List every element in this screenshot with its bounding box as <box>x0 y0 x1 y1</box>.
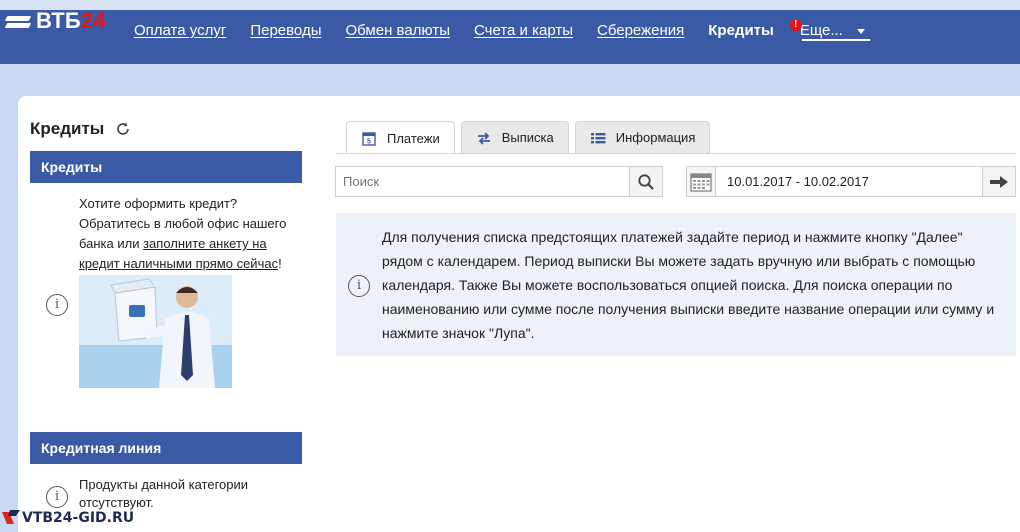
app-window: ВТБ24 Оплата услуг Переводы Обмен валюты… <box>0 0 1020 532</box>
calendar-5-icon: 5 <box>361 130 377 146</box>
info-message-box: i Для получения списка предстоящих плате… <box>336 213 1016 356</box>
nav-item-accounts-cards[interactable]: Счета и карты <box>474 22 573 39</box>
nav-item-transfers[interactable]: Переводы <box>250 22 321 39</box>
more-underline <box>802 39 870 41</box>
date-range-field[interactable]: 10.01.2017 - 10.02.2017 <box>716 174 982 189</box>
tab-information[interactable]: Информация <box>574 121 711 153</box>
main-panel: Кредиты Кредиты i Хотите оформить кредит… <box>18 96 1020 532</box>
section-heading-credits[interactable]: Кредиты <box>30 151 302 183</box>
tab-label: Платежи <box>387 130 440 146</box>
search-input[interactable] <box>336 167 629 196</box>
search-box <box>335 166 663 197</box>
nav-item-credits[interactable]: Кредиты <box>708 22 774 39</box>
search-button[interactable] <box>629 167 662 196</box>
vtb-logo-mark-icon <box>6 12 30 30</box>
watermark-mark-icon <box>2 510 20 526</box>
credits-promo-text: Хотите оформить кредит? Обратитесь в люб… <box>79 194 294 274</box>
sidebar-title: Кредиты <box>30 119 132 139</box>
tab-statement[interactable]: Выписка <box>460 121 569 153</box>
top-navigation-bar: ВТБ24 Оплата услуг Переводы Обмен валюты… <box>0 0 1020 64</box>
nav-item-payments[interactable]: Оплата услуг <box>134 22 226 39</box>
credit-promo-banner[interactable] <box>79 275 232 388</box>
nav-item-savings[interactable]: Сбережения <box>597 22 684 39</box>
watermark-text: VTB24-GID.RU <box>22 510 135 526</box>
more-label: Еще... <box>799 22 843 39</box>
exchange-arrows-icon <box>476 130 492 146</box>
info-message-text: Для получения списка предстоящих платеже… <box>382 229 995 341</box>
alert-badge: ! <box>789 19 802 31</box>
nav-item-currency-exchange[interactable]: Обмен валюты <box>345 22 450 39</box>
top-strip <box>0 0 1020 10</box>
refresh-icon[interactable] <box>114 120 132 138</box>
next-button[interactable] <box>982 167 1015 196</box>
sidebar-title-text: Кредиты <box>30 119 105 138</box>
info-icon: i <box>46 294 68 316</box>
chevron-down-icon <box>856 29 865 34</box>
logo-text: ВТБ24 <box>36 8 106 34</box>
logo-text-main: ВТБ <box>36 8 81 33</box>
vtb24-logo[interactable]: ВТБ24 <box>6 8 106 34</box>
credit-line-empty-text: Продукты данной категории отсутствуют. <box>79 477 249 510</box>
calendar-icon[interactable] <box>687 167 716 196</box>
magnifier-icon <box>638 173 654 190</box>
section-heading-credit-line[interactable]: Кредитная линия <box>30 432 302 464</box>
tabs: 5 Платежи Выписка Информация <box>346 121 711 154</box>
tab-label: Информация <box>615 130 696 145</box>
more-label-wrap: ! Еще... <box>789 19 843 39</box>
main-menu: Оплата услуг Переводы Обмен валюты Счета… <box>134 19 865 39</box>
logo-text-accent: 24 <box>80 8 106 33</box>
info-icon: i <box>348 275 370 297</box>
site-watermark: VTB24-GID.RU <box>2 510 134 526</box>
tab-payments[interactable]: 5 Платежи <box>346 121 455 154</box>
nav-item-more[interactable]: ! Еще... <box>789 19 865 39</box>
date-range-picker: 10.01.2017 - 10.02.2017 <box>686 166 1016 197</box>
tab-label: Выписка <box>501 130 554 145</box>
info-icon: i <box>46 486 68 508</box>
list-icon <box>590 130 606 146</box>
tabs-divider <box>336 153 1016 154</box>
svg-text:5: 5 <box>367 139 371 146</box>
arrow-right-icon <box>990 175 1008 188</box>
promo-text-end: ! <box>278 256 282 271</box>
